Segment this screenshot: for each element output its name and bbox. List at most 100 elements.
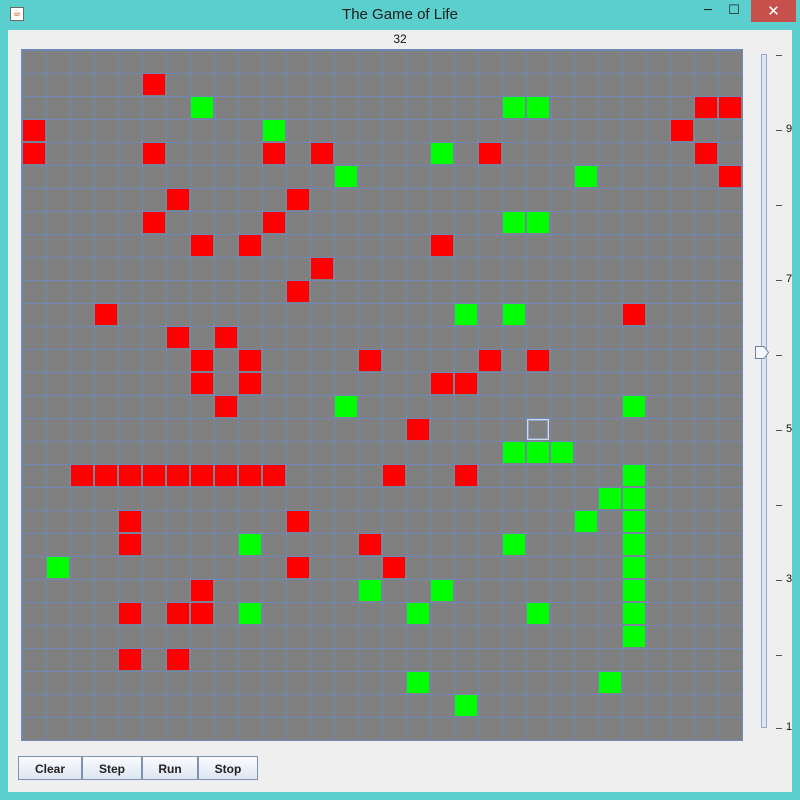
red-cell[interactable] [119, 465, 141, 486]
green-cell[interactable] [575, 166, 597, 187]
red-cell[interactable] [311, 143, 333, 164]
red-cell[interactable] [263, 465, 285, 486]
red-cell[interactable] [239, 465, 261, 486]
green-cell[interactable] [503, 304, 525, 325]
red-cell[interactable] [383, 465, 405, 486]
red-cell[interactable] [191, 580, 213, 601]
green-cell[interactable] [623, 511, 645, 532]
green-cell[interactable] [335, 166, 357, 187]
red-cell[interactable] [407, 419, 429, 440]
red-cell[interactable] [719, 97, 741, 118]
title-bar[interactable]: ☕ The Game of Life ─ ☐ ✕ [0, 0, 800, 30]
red-cell[interactable] [359, 350, 381, 371]
green-cell[interactable] [623, 488, 645, 509]
red-cell[interactable] [191, 235, 213, 256]
red-cell[interactable] [95, 465, 117, 486]
maximize-button[interactable]: ☐ [721, 0, 747, 22]
red-cell[interactable] [119, 534, 141, 555]
slider-track[interactable] [761, 54, 767, 728]
red-cell[interactable] [263, 143, 285, 164]
red-cell[interactable] [71, 465, 93, 486]
red-cell[interactable] [287, 511, 309, 532]
green-cell[interactable] [503, 97, 525, 118]
green-cell[interactable] [503, 442, 525, 463]
red-cell[interactable] [239, 373, 261, 394]
green-cell[interactable] [551, 442, 573, 463]
red-cell[interactable] [191, 465, 213, 486]
red-cell[interactable] [119, 649, 141, 670]
red-cell[interactable] [143, 143, 165, 164]
red-cell[interactable] [311, 258, 333, 279]
red-cell[interactable] [119, 603, 141, 624]
red-cell[interactable] [143, 212, 165, 233]
red-cell[interactable] [143, 74, 165, 95]
clear-button[interactable]: Clear [18, 756, 82, 780]
red-cell[interactable] [287, 189, 309, 210]
red-cell[interactable] [167, 465, 189, 486]
step-button[interactable]: Step [82, 756, 142, 780]
red-cell[interactable] [431, 235, 453, 256]
red-cell[interactable] [191, 603, 213, 624]
run-button[interactable]: Run [142, 756, 198, 780]
red-cell[interactable] [215, 327, 237, 348]
red-cell[interactable] [143, 465, 165, 486]
green-cell[interactable] [623, 603, 645, 624]
red-cell[interactable] [167, 603, 189, 624]
red-cell[interactable] [431, 373, 453, 394]
red-cell[interactable] [191, 350, 213, 371]
green-cell[interactable] [47, 557, 69, 578]
green-cell[interactable] [503, 212, 525, 233]
red-cell[interactable] [239, 350, 261, 371]
red-cell[interactable] [167, 649, 189, 670]
green-cell[interactable] [623, 557, 645, 578]
green-cell[interactable] [623, 534, 645, 555]
red-cell[interactable] [215, 465, 237, 486]
green-cell[interactable] [263, 120, 285, 141]
red-cell[interactable] [239, 235, 261, 256]
red-cell[interactable] [215, 396, 237, 417]
red-cell[interactable] [287, 557, 309, 578]
green-cell[interactable] [359, 580, 381, 601]
red-cell[interactable] [119, 511, 141, 532]
red-cell[interactable] [23, 120, 45, 141]
green-cell[interactable] [599, 672, 621, 693]
life-board[interactable] [21, 49, 743, 741]
green-cell[interactable] [527, 212, 549, 233]
green-cell[interactable] [527, 603, 549, 624]
red-cell[interactable] [671, 120, 693, 141]
red-cell[interactable] [479, 350, 501, 371]
green-cell[interactable] [407, 603, 429, 624]
green-cell[interactable] [239, 603, 261, 624]
red-cell[interactable] [695, 143, 717, 164]
green-cell[interactable] [527, 442, 549, 463]
green-cell[interactable] [191, 97, 213, 118]
green-cell[interactable] [623, 396, 645, 417]
red-cell[interactable] [167, 327, 189, 348]
red-cell[interactable] [719, 166, 741, 187]
red-cell[interactable] [23, 143, 45, 164]
red-cell[interactable] [263, 212, 285, 233]
green-cell[interactable] [503, 534, 525, 555]
red-cell[interactable] [359, 534, 381, 555]
green-cell[interactable] [623, 580, 645, 601]
green-cell[interactable] [335, 396, 357, 417]
green-cell[interactable] [455, 695, 477, 716]
red-cell[interactable] [527, 350, 549, 371]
green-cell[interactable] [455, 304, 477, 325]
green-cell[interactable] [407, 672, 429, 693]
red-cell[interactable] [455, 373, 477, 394]
green-cell[interactable] [623, 465, 645, 486]
red-cell[interactable] [695, 97, 717, 118]
stop-button[interactable]: Stop [198, 756, 258, 780]
red-cell[interactable] [479, 143, 501, 164]
speed-slider[interactable]: 9 7 5 3 1 [750, 52, 792, 733]
minimize-button[interactable]: ─ [695, 0, 721, 22]
green-cell[interactable] [527, 97, 549, 118]
red-cell[interactable] [287, 281, 309, 302]
green-cell[interactable] [239, 534, 261, 555]
red-cell[interactable] [95, 304, 117, 325]
green-cell[interactable] [431, 580, 453, 601]
slider-thumb[interactable] [755, 346, 769, 359]
red-cell[interactable] [383, 557, 405, 578]
green-cell[interactable] [623, 626, 645, 647]
